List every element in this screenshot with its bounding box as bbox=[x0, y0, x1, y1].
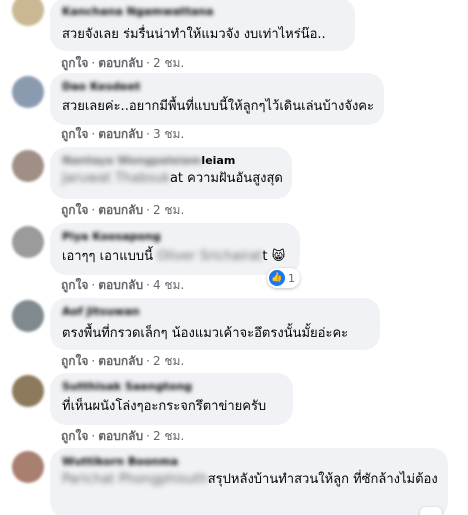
comment-time[interactable]: 2 ชม. bbox=[153, 56, 184, 70]
separator-dot: · bbox=[91, 429, 96, 443]
comment-bubble: Nantaya Wongpaleiamleiam Jaruwat Thabsuk… bbox=[50, 147, 292, 199]
comment-author[interactable]: Nantaya Wongpaleiam bbox=[62, 154, 201, 167]
reply-link[interactable]: ตอบกลับ bbox=[98, 127, 143, 141]
mention-link[interactable]: Parichat Phongphisuth bbox=[62, 472, 208, 487]
reaction-badge-partial[interactable] bbox=[420, 507, 442, 515]
separator-dot: · bbox=[91, 203, 96, 217]
comment-author[interactable]: Dao Kesdeet bbox=[62, 79, 372, 94]
comment-actions: ถูกใจ · ตอบกลับ · 2 ชม. bbox=[61, 203, 184, 217]
separator-dot: · bbox=[91, 354, 96, 368]
comment-bubble: Sutthisak Saengtong ที่เห็นผนังโล่งๆอะกร… bbox=[50, 373, 293, 425]
comment-text-line: Parichat Phongphisuthสรุปหลังบ้านทำสวนให… bbox=[62, 471, 438, 489]
comment-actions: ถูกใจ · ตอบกลับ · 4 ชม. bbox=[61, 278, 184, 292]
separator-dot: · bbox=[146, 127, 150, 141]
thumbs-up-icon: 👍 bbox=[269, 270, 285, 286]
separator-dot: · bbox=[91, 278, 96, 292]
comment-author[interactable]: Piya Koosapong bbox=[62, 229, 288, 244]
avatar[interactable] bbox=[12, 375, 44, 407]
comment-bubble: Dao Kesdeet สวยเลยค่ะ..อยากมีพื้นที่แบบน… bbox=[50, 73, 384, 125]
reply-link[interactable]: ตอบกลับ bbox=[98, 203, 143, 217]
like-link[interactable]: ถูกใจ bbox=[61, 56, 88, 70]
comment-bubble: Aof Jitsuwan ตรงพื้นที่กรวดเล็กๆ น้องแมว… bbox=[50, 298, 380, 350]
separator-dot: · bbox=[146, 278, 150, 292]
like-link[interactable]: ถูกใจ bbox=[61, 127, 88, 141]
comment-author[interactable]: Sutthisak Saengtong bbox=[62, 379, 281, 394]
separator-dot: · bbox=[91, 127, 96, 141]
separator-dot: · bbox=[146, 429, 150, 443]
comment-time[interactable]: 3 ชม. bbox=[153, 127, 184, 141]
avatar[interactable] bbox=[12, 451, 44, 483]
reply-link[interactable]: ตอบกลับ bbox=[98, 278, 143, 292]
comment-text: ที่เห็นผนังโล่งๆอะกระจกรึตาข่ายครับ bbox=[62, 399, 267, 414]
comment-text: สรุปหลังบ้านทำสวนให้ลูก ที่ซักล้างไม่ต้อ… bbox=[207, 472, 438, 487]
comment-time[interactable]: 2 ชม. bbox=[153, 429, 184, 443]
comment-text-line: Jaruwat Thabsukat ความฝันอันสูงสุด bbox=[62, 170, 283, 188]
separator-dot: · bbox=[146, 203, 150, 217]
like-link[interactable]: ถูกใจ bbox=[61, 354, 88, 368]
comment-author[interactable]: Kanchana Ngamwattana bbox=[62, 4, 343, 19]
comment-time[interactable]: 2 ชม. bbox=[153, 203, 184, 217]
comment-text: at ความฝันอันสูงสุด bbox=[169, 171, 283, 186]
comment-actions: ถูกใจ · ตอบกลับ · 2 ชม. bbox=[61, 354, 184, 368]
comment-author-tail: leiam bbox=[201, 154, 236, 167]
reaction-count: 1 bbox=[288, 271, 295, 285]
comment-text: สวยเลยค่ะ..อยากมีพื้นที่แบบนี้ให้ลูกๆไว้… bbox=[62, 99, 374, 114]
laughing-cat-emoji: 😸 bbox=[271, 249, 286, 264]
comment-bubble: Kanchana Ngamwattana สวยจังเลย ร่มรื่นน่… bbox=[50, 0, 355, 51]
mention-link[interactable]: Oliver Srichairat bbox=[157, 249, 262, 264]
separator-dot: · bbox=[146, 56, 150, 70]
reaction-badge[interactable]: 👍 1 bbox=[267, 268, 300, 288]
comment-bubble: Piya Koosapong เอาๆๆ เอาแบบนี้ Oliver Sr… bbox=[50, 223, 300, 275]
comment-text: เอาๆๆ เอาแบบนี้ bbox=[62, 249, 153, 264]
avatar[interactable] bbox=[12, 300, 44, 332]
comment-text: ตรงพื้นที่กรวดเล็กๆ น้องแมวเค้าจะอึตรงนั… bbox=[62, 326, 349, 341]
avatar[interactable] bbox=[12, 0, 44, 26]
comment-text-line: เอาๆๆ เอาแบบนี้ Oliver Srichairatt 😸 bbox=[62, 248, 288, 266]
separator-dot: · bbox=[146, 354, 150, 368]
like-link[interactable]: ถูกใจ bbox=[61, 429, 88, 443]
comment-text: สวยจังเลย ร่มรื่นน่าทำให้แมวจัง งบเท่าไห… bbox=[62, 27, 326, 42]
comment-bubble: Wuttikorn Boonma Parichat Phongphisuthสร… bbox=[50, 448, 448, 515]
avatar[interactable] bbox=[12, 76, 44, 108]
comment-actions: ถูกใจ · ตอบกลับ · 2 ชม. bbox=[61, 56, 184, 70]
comment-actions: ถูกใจ · ตอบกลับ · 2 ชม. bbox=[61, 429, 184, 443]
reply-link[interactable]: ตอบกลับ bbox=[98, 429, 143, 443]
like-link[interactable]: ถูกใจ bbox=[61, 278, 88, 292]
mention-link[interactable]: Jaruwat Thabsuk bbox=[62, 171, 170, 186]
comment-author-line: Nantaya Wongpaleiamleiam bbox=[62, 153, 280, 168]
comment-time[interactable]: 2 ชม. bbox=[153, 354, 184, 368]
separator-dot: · bbox=[91, 56, 96, 70]
reply-link[interactable]: ตอบกลับ bbox=[98, 354, 143, 368]
avatar[interactable] bbox=[12, 226, 44, 258]
comment-author[interactable]: Aof Jitsuwan bbox=[62, 304, 368, 319]
comment-time[interactable]: 4 ชม. bbox=[153, 278, 184, 292]
comment-text-suffix: t bbox=[262, 249, 268, 264]
comment-actions: ถูกใจ · ตอบกลับ · 3 ชม. bbox=[61, 127, 184, 141]
comment-author[interactable]: Wuttikorn Boonma bbox=[62, 454, 436, 469]
like-link[interactable]: ถูกใจ bbox=[61, 203, 88, 217]
reply-link[interactable]: ตอบกลับ bbox=[98, 56, 143, 70]
avatar[interactable] bbox=[12, 150, 44, 182]
